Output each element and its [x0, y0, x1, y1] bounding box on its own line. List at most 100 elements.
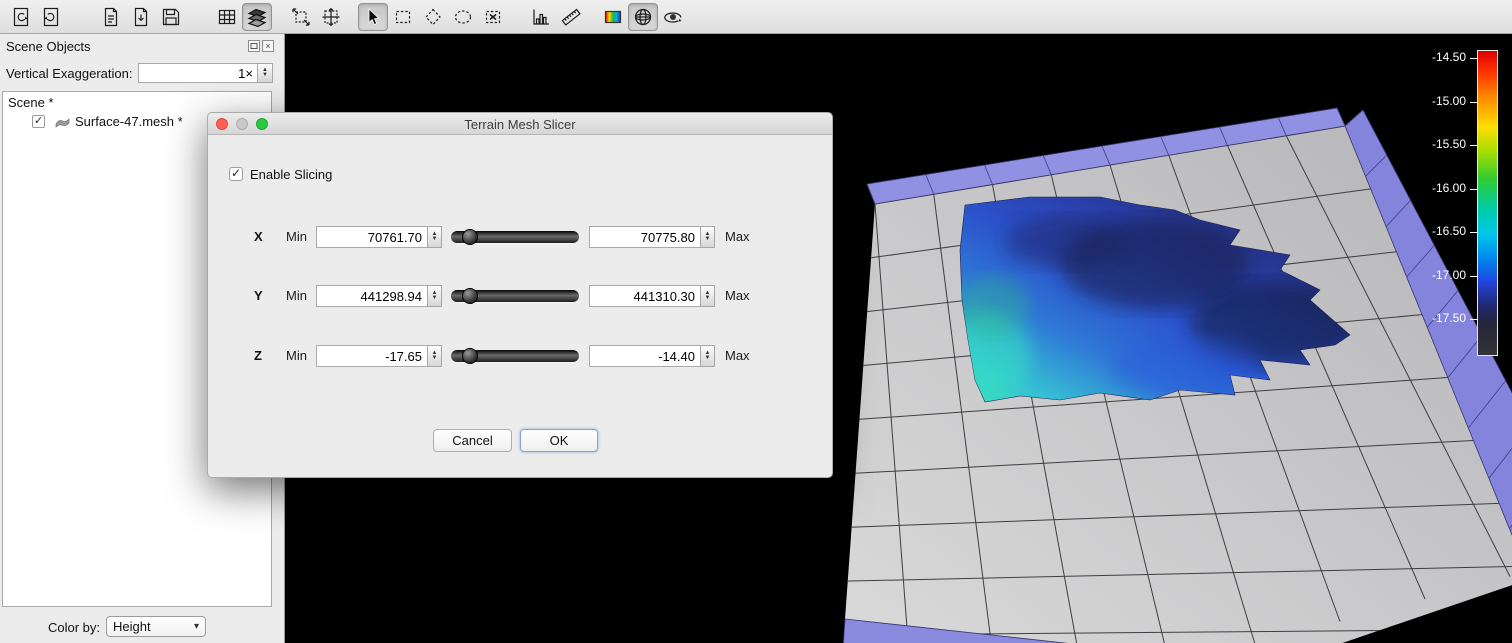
deselect-icon [482, 6, 504, 28]
ok-button[interactable]: OK [520, 429, 598, 452]
import-document-button[interactable] [126, 3, 156, 31]
y-slider-knob[interactable] [462, 288, 478, 304]
close-icon: × [265, 42, 270, 51]
ruler-button[interactable] [556, 3, 586, 31]
save-button[interactable] [156, 3, 186, 31]
z-min-stepper[interactable]: ▲▼ [428, 345, 442, 367]
table-icon [216, 6, 238, 28]
x-slider-knob[interactable] [462, 229, 478, 245]
y-min-input[interactable] [316, 285, 428, 307]
x-min-input[interactable] [316, 226, 428, 248]
vertical-exaggeration-stepper[interactable]: ▲ ▼ [258, 63, 273, 83]
vertical-exaggeration-label: Vertical Exaggeration: [6, 66, 132, 81]
colorbar-tick [1470, 189, 1477, 190]
mesh-layers-button[interactable] [242, 3, 272, 31]
restore-icon [250, 42, 258, 50]
z-max-stepper[interactable]: ▲▼ [701, 345, 715, 367]
panel-restore-button[interactable] [248, 40, 260, 52]
scene-root-node[interactable]: Scene * [8, 95, 54, 110]
colormap-button[interactable] [598, 3, 628, 31]
slice-row-x: X Min ▲▼ ▲▼ Max [208, 226, 832, 248]
ruler-icon [560, 6, 582, 28]
z-range-slider[interactable] [451, 350, 579, 362]
histogram-button[interactable] [526, 3, 556, 31]
min-label: Min [286, 229, 307, 244]
pointer-icon [362, 6, 384, 28]
transform-mesh-button[interactable] [316, 3, 346, 31]
colorbar-tick [1470, 58, 1477, 59]
z-max-input[interactable] [589, 345, 701, 367]
panel-close-button[interactable]: × [262, 40, 274, 52]
histogram-icon [530, 6, 552, 28]
lasso-select-button[interactable] [448, 3, 478, 31]
height-colorbar [1477, 50, 1498, 356]
page-rotate-cw-button[interactable] [36, 3, 66, 31]
terrain-mesh-slicer-dialog: Terrain Mesh Slicer Enable Slicing X Min… [207, 112, 833, 478]
colorbar-tick [1470, 232, 1477, 233]
table-view-button[interactable] [212, 3, 242, 31]
dialog-titlebar[interactable]: Terrain Mesh Slicer [208, 113, 832, 135]
enable-slicing-checkbox[interactable] [229, 167, 243, 181]
grid-sphere-button[interactable] [628, 3, 658, 31]
colorbar-label: -15.00 [1406, 94, 1466, 108]
x-range-slider[interactable] [451, 231, 579, 243]
colormap-icon [602, 6, 624, 28]
mesh-item-label: Surface-47.mesh * [75, 114, 183, 129]
max-label: Max [725, 348, 750, 363]
y-range-slider[interactable] [451, 290, 579, 302]
colorbar-label: -17.00 [1406, 268, 1466, 282]
orbit-button[interactable] [658, 3, 688, 31]
polygon-select-icon [422, 6, 444, 28]
x-max-stepper[interactable]: ▲▼ [701, 226, 715, 248]
x-max-input[interactable] [589, 226, 701, 248]
colorbar-label: -16.50 [1406, 224, 1466, 238]
color-by-dropdown[interactable]: Height ▾ [106, 616, 206, 637]
colorbar-label: -17.50 [1406, 311, 1466, 325]
max-label: Max [725, 288, 750, 303]
colorbar-tick [1470, 102, 1477, 103]
panel-title: Scene Objects [6, 39, 91, 54]
lasso-select-icon [452, 6, 474, 28]
rect-select-icon [392, 6, 414, 28]
color-by-label: Color by: [48, 620, 100, 635]
pointer-tool-button[interactable] [358, 3, 388, 31]
z-slider-knob[interactable] [462, 348, 478, 364]
colorbar-tick [1470, 276, 1477, 277]
color-by-value: Height [113, 619, 151, 634]
colorbar-tick [1470, 319, 1477, 320]
y-max-input[interactable] [589, 285, 701, 307]
export-document-button[interactable] [96, 3, 126, 31]
colorbar-tick [1470, 145, 1477, 146]
scale-mesh-icon [290, 6, 312, 28]
rect-select-button[interactable] [388, 3, 418, 31]
page-rotate-cw-icon [40, 6, 62, 28]
axis-label-x: X [254, 229, 263, 244]
cancel-button[interactable]: Cancel [433, 429, 512, 452]
mesh-visibility-checkbox[interactable] [32, 115, 45, 128]
x-min-stepper[interactable]: ▲▼ [428, 226, 442, 248]
dialog-title: Terrain Mesh Slicer [208, 117, 832, 132]
y-min-stepper[interactable]: ▲▼ [428, 285, 442, 307]
orbit-icon [662, 6, 684, 28]
transform-mesh-icon [320, 6, 342, 28]
stepper-down-icon: ▼ [262, 73, 268, 78]
y-max-stepper[interactable]: ▲▼ [701, 285, 715, 307]
slice-row-y: Y Min ▲▼ ▲▼ Max [208, 285, 832, 307]
chevron-down-icon: ▾ [194, 621, 199, 632]
axis-label-y: Y [254, 288, 263, 303]
scale-mesh-button[interactable] [286, 3, 316, 31]
page-rotate-ccw-button[interactable] [6, 3, 36, 31]
export-document-icon [100, 6, 122, 28]
mesh-icon [55, 116, 70, 129]
max-label: Max [725, 229, 750, 244]
deselect-button[interactable] [478, 3, 508, 31]
min-label: Min [286, 348, 307, 363]
vertical-exaggeration-input[interactable] [138, 63, 258, 83]
polygon-select-button[interactable] [418, 3, 448, 31]
axis-label-z: Z [254, 348, 262, 363]
import-document-icon [130, 6, 152, 28]
colorbar-label: -14.50 [1406, 50, 1466, 64]
min-label: Min [286, 288, 307, 303]
grid-sphere-icon [632, 6, 654, 28]
z-min-input[interactable] [316, 345, 428, 367]
